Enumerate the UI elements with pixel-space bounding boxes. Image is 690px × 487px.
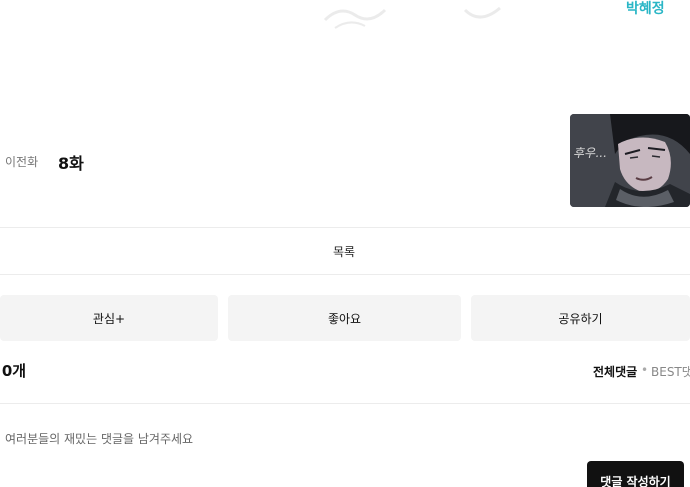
comment-count-text: 댓글 0개 (0, 362, 27, 380)
comment-count: 댓글 0개 (0, 360, 60, 381)
write-comment-button[interactable]: 댓글 작성하기 (587, 461, 684, 487)
divider-bottom (0, 274, 690, 275)
divider-top (0, 227, 690, 228)
share-button[interactable]: 공유하기 (471, 295, 690, 341)
divider-comments (0, 403, 690, 404)
episode-thumbnail[interactable]: 후우... (570, 114, 690, 207)
comment-input[interactable]: 여러분들의 재밌는 댓글을 남겨주세요 (5, 430, 193, 447)
episode-title: 8화 (58, 154, 84, 173)
thumbnail-caption: 후우... (573, 146, 607, 160)
sort-all-comments[interactable]: 전체댓글 (593, 363, 637, 380)
share-label: 공유하기 (558, 311, 603, 326)
author-name[interactable]: 박혜정 (626, 0, 665, 18)
like-label: 좋아요 (327, 311, 362, 326)
sort-best-comments[interactable]: BEST댓글 (651, 363, 690, 380)
sort-separator: • (641, 363, 649, 377)
write-comment-label: 댓글 작성하기 (600, 475, 671, 487)
faded-artwork-2 (463, 6, 501, 19)
subscribe-button[interactable]: 관심+ (0, 295, 218, 341)
prev-episode-link[interactable]: 이전화 (5, 153, 38, 170)
list-button[interactable]: 목록 (333, 243, 355, 260)
like-button[interactable]: 좋아요 (228, 295, 461, 341)
faded-artwork (323, 8, 387, 29)
subscribe-label: 관심+ (92, 311, 126, 326)
